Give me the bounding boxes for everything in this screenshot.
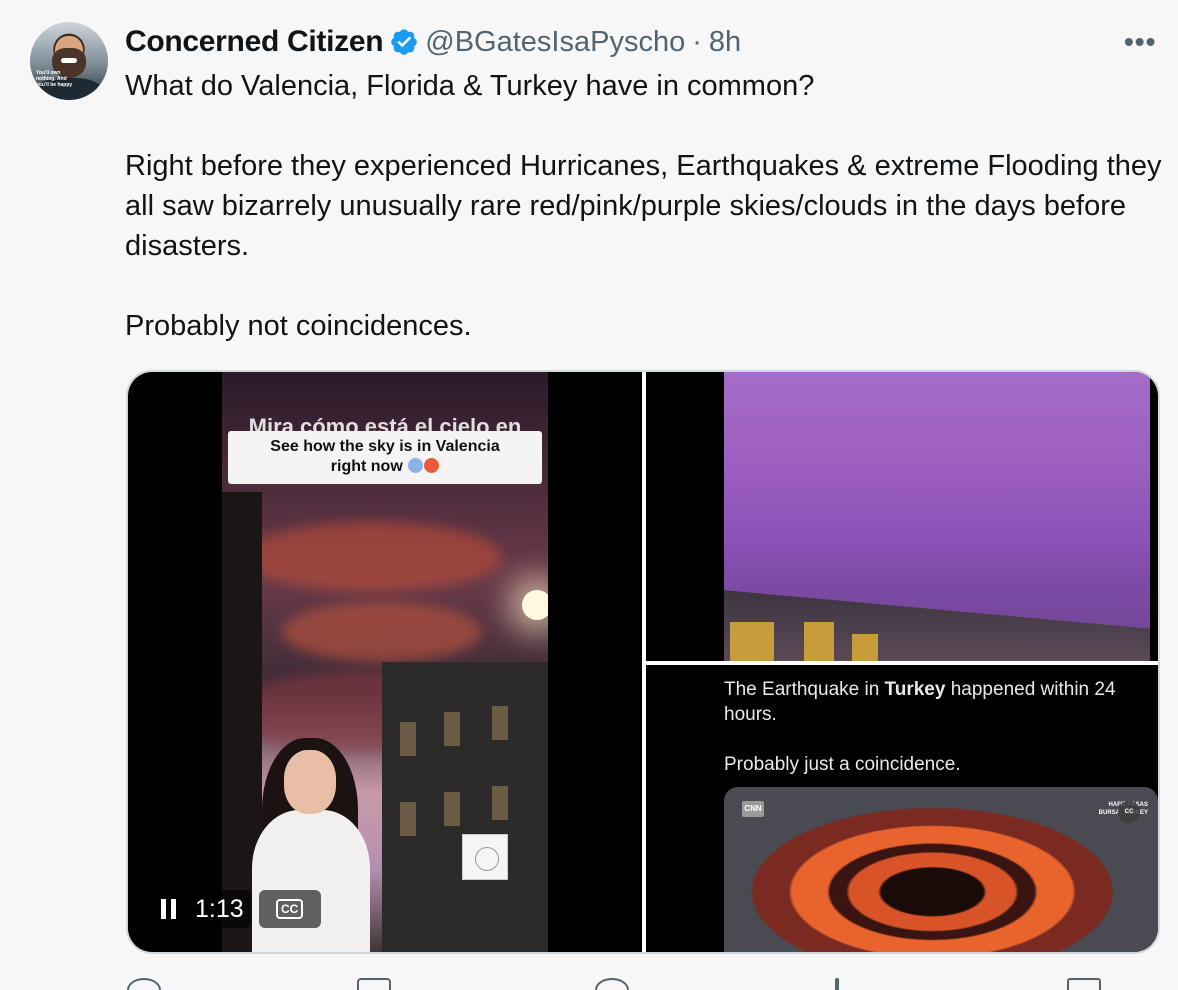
embedded-text-part: The Earthquake in [724,679,885,700]
window-shape [400,802,416,836]
reply-icon[interactable] [127,978,161,990]
views-icon[interactable] [835,978,839,990]
header-separator: · [692,25,702,58]
roof-shape [724,590,1150,661]
retweet-icon[interactable] [357,978,391,990]
watermark-logo [462,834,508,880]
embedded-text-line: Probably just a coincidence. [724,754,961,775]
author-name[interactable]: Concerned Citizen [125,25,384,59]
person-body [252,810,370,952]
building-shape [382,662,548,952]
cnn-logo: CNN [742,801,764,817]
street-lamp [522,590,548,620]
video-timer: 1:13 [188,890,251,928]
scream-emoji-icon [408,458,424,473]
door-shape [730,622,774,661]
bookmark-icon[interactable] [1067,978,1101,990]
caption-line: right now [330,458,403,475]
lenticular-cloud-video: CNN HAFIZ PASAS BURSA, TURKEY CC [724,787,1158,952]
embedded-text-line: The Earthquake in Turkey happened within… [724,677,1144,727]
door-shape [852,634,878,661]
avatar-caption: You'll own nothing. And you'll be happy [36,70,73,88]
embedded-post-text: The Earthquake in Turkey happened within… [724,677,1144,777]
author-handle[interactable]: @BGatesIsaPyscho [425,26,685,59]
window-shape [444,792,460,826]
caption-line: See how the sky is in Valencia [270,438,500,455]
pause-icon[interactable] [150,890,186,928]
window-shape [492,786,508,820]
author-avatar[interactable]: You'll own nothing. And you'll be happy [30,22,108,100]
captions-icon: CC [1118,801,1140,823]
media-image-turkey[interactable]: The Earthquake in Turkey happened within… [646,665,1158,952]
window-shape [400,722,416,756]
video-player[interactable]: Mira cómo está el cielo en Valencia en e… [128,372,642,952]
angry-emoji-icon [424,458,440,473]
verified-badge-icon[interactable] [389,27,419,57]
captions-icon: CC [276,899,304,919]
tweet-action-bar [125,978,1155,990]
captions-button[interactable]: CC [258,890,321,928]
tweet-body: What do Valencia, Florida & Turkey have … [125,66,1170,346]
avatar-smile [61,58,77,63]
translated-caption: See how the sky is in Valencia right now [228,431,542,484]
embedded-text-bold: Turkey [884,679,946,700]
more-options-icon[interactable]: ••• [1124,28,1156,56]
caption-line-2: right now [228,457,542,477]
tweet-paragraph: Probably not coincidences. [125,310,472,342]
like-icon[interactable] [595,978,629,990]
cloud-shape [282,602,482,662]
cloud-shape [242,522,502,592]
tweet-header: Concerned Citizen @BGatesIsaPyscho · 8h [125,24,741,60]
tweet-paragraph: What do Valencia, Florida & Turkey have … [125,70,815,102]
video-controls: 1:13 CC [150,890,321,928]
window-shape [444,712,460,746]
media-grid: Mira cómo está el cielo en Valencia en e… [126,370,1160,954]
media-image-purple-sky[interactable] [646,372,1158,661]
tweet-timestamp[interactable]: 8h [709,26,741,59]
window-shape [492,706,508,740]
tweet-paragraph: Right before they experienced Hurricanes… [125,150,1162,262]
door-shape [804,622,834,661]
person-face [284,750,336,814]
purple-sky-scene [724,372,1150,661]
